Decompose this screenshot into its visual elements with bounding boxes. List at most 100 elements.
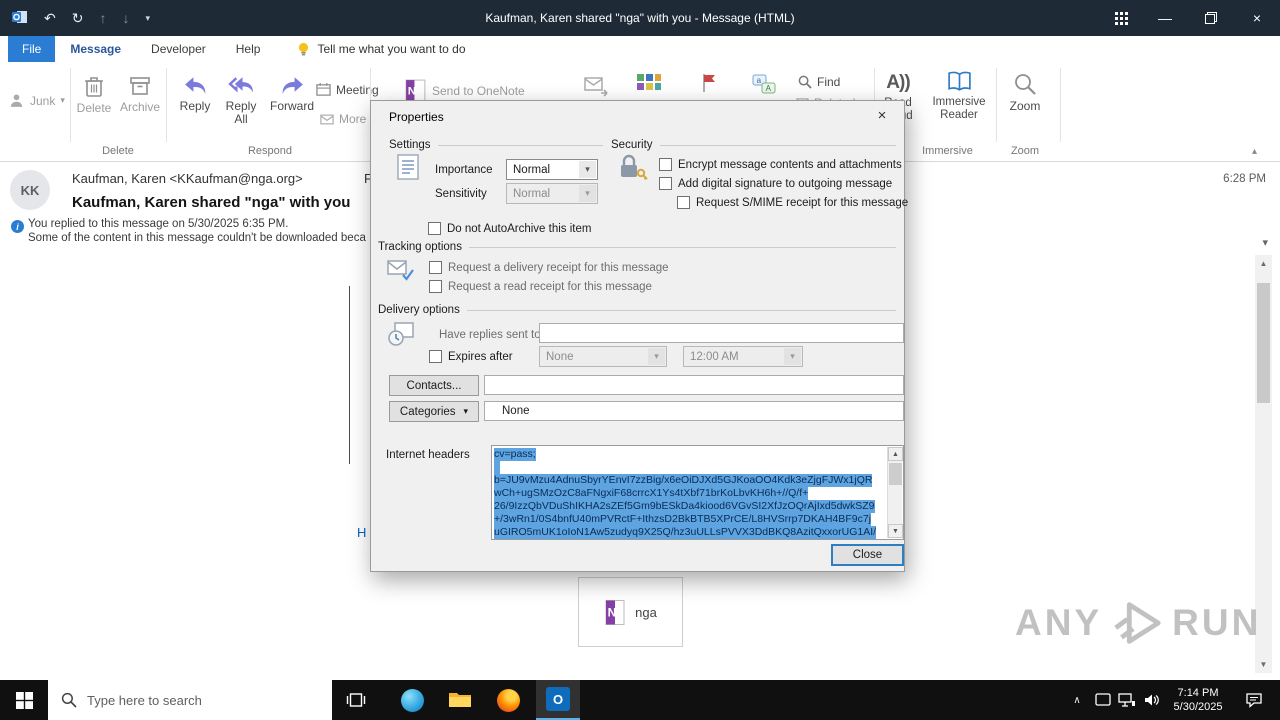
more-respond-button[interactable]: More ▾: [320, 112, 376, 126]
expires-time-select[interactable]: 12:00 AM ▾: [683, 346, 803, 367]
expires-after-checkbox[interactable]: Expires after: [429, 350, 513, 363]
sensitivity-select[interactable]: Normal ▾: [506, 183, 598, 204]
categories-button[interactable]: Categories ▾: [389, 401, 479, 422]
delete-button[interactable]: Delete: [72, 74, 116, 115]
move-icon[interactable]: [584, 74, 610, 103]
body-link-fragment[interactable]: H: [357, 525, 366, 540]
smime-receipt-label: Request S/MIME receipt for this message: [696, 197, 909, 209]
tray-network-button[interactable]: [1116, 680, 1138, 720]
minimize-button[interactable]: —: [1142, 0, 1188, 36]
group-label-respond: Respond: [247, 145, 293, 157]
immersive-reader-button[interactable]: Immersive Reader: [930, 70, 988, 122]
previous-item-icon[interactable]: ↑: [99, 11, 106, 25]
categories-button-label: Categories: [399, 405, 456, 418]
restore-button[interactable]: [1188, 0, 1234, 36]
delivery-receipt-checkbox[interactable]: Request a delivery receipt for this mess…: [429, 261, 669, 274]
file-explorer-icon: [449, 693, 471, 707]
restore-icon: [1205, 12, 1217, 24]
taskbar-search[interactable]: [48, 680, 332, 720]
reply-button[interactable]: Reply: [172, 74, 218, 113]
settings-legend: Settings: [389, 139, 431, 151]
customize-qat-icon[interactable]: ▾: [145, 13, 150, 23]
contacts-field[interactable]: [484, 375, 904, 395]
chevron-down-icon: ▾: [579, 185, 596, 202]
scroll-down-icon[interactable]: ▼: [1255, 656, 1272, 673]
dialog-close-icon[interactable]: ×: [872, 107, 892, 124]
tab-message[interactable]: Message: [55, 36, 136, 62]
lightbulb-icon: [299, 42, 309, 55]
security-lock-icon: [617, 153, 649, 186]
message-subject: Kaufman, Karen shared "nga" with you: [72, 194, 351, 211]
collapse-ribbon-icon[interactable]: ▴: [1252, 146, 1257, 157]
expires-time-value: 12:00 AM: [690, 350, 739, 363]
tray-tablet-button[interactable]: [1092, 680, 1114, 720]
close-window-button[interactable]: ×: [1234, 0, 1280, 36]
follow-up-flag-icon[interactable]: [700, 72, 718, 99]
tell-me-box[interactable]: Tell me what you want to do: [297, 36, 466, 62]
start-button[interactable]: [0, 680, 48, 720]
search-icon: [61, 692, 77, 708]
edge-taskbar-button[interactable]: [392, 680, 432, 720]
checkbox-box: [659, 158, 672, 171]
tab-developer[interactable]: Developer: [136, 36, 221, 62]
internet-headers-box[interactable]: cv=pass; b=JU9vMzu4AdnuSbyrYEnvI7zzBig/x…: [491, 445, 904, 540]
action-center-button[interactable]: [1234, 680, 1274, 720]
tab-file[interactable]: File: [8, 36, 56, 62]
anyrun-watermark: ANY RUN: [1015, 598, 1261, 648]
next-item-icon[interactable]: ↓: [122, 11, 129, 25]
firefox-taskbar-button[interactable]: [488, 680, 528, 720]
encrypt-label: Encrypt message contents and attachments: [678, 159, 902, 171]
task-view-button[interactable]: [336, 680, 376, 720]
expires-date-select[interactable]: None ▾: [539, 346, 667, 367]
tab-help[interactable]: Help: [221, 36, 276, 62]
send-receive-icon[interactable]: ↻: [72, 11, 84, 25]
dialog-titlebar[interactable]: Properties ×: [371, 101, 904, 131]
archive-label: Archive: [119, 100, 160, 114]
speaker-icon: [1144, 694, 1159, 706]
chevron-down-icon: ▾: [784, 348, 801, 365]
digital-signature-checkbox[interactable]: Add digital signature to outgoing messag…: [659, 177, 892, 190]
junk-button[interactable]: Junk ▾: [8, 92, 65, 109]
archive-button[interactable]: Archive: [116, 74, 164, 114]
scroll-up-icon[interactable]: ▲: [1255, 255, 1272, 272]
taskbar-clock[interactable]: 7:14 PM 5/30/2025: [1166, 686, 1230, 714]
read-receipt-label: Request a read receipt for this message: [448, 281, 652, 293]
contacts-button[interactable]: Contacts...: [389, 375, 479, 396]
outlook-taskbar-button[interactable]: O: [536, 680, 580, 720]
headers-scrollbar[interactable]: ▲ ▼: [887, 447, 903, 538]
tracking-legend: Tracking options: [378, 241, 462, 253]
undo-icon[interactable]: ↶: [44, 11, 56, 25]
translate-icon[interactable]: aA: [752, 74, 776, 101]
from-address[interactable]: Kaufman, Karen <KKaufman@nga.org>: [72, 171, 303, 186]
scroll-up-icon[interactable]: ▲: [888, 447, 903, 461]
checkbox-box: [659, 177, 672, 190]
categories-field[interactable]: None: [484, 401, 904, 421]
edge-icon: [400, 688, 424, 712]
zoom-button[interactable]: Zoom: [1002, 72, 1048, 113]
quick-steps-grid-icon[interactable]: [636, 72, 662, 103]
smime-receipt-checkbox[interactable]: Request S/MIME receipt for this message: [677, 196, 909, 209]
importance-select[interactable]: Normal ▾: [506, 159, 598, 180]
scrollbar-thumb[interactable]: [1257, 283, 1270, 403]
find-button[interactable]: Find: [798, 75, 840, 89]
search-input[interactable]: [87, 692, 307, 708]
quick-access-toolbar: ↶ ↻ ↑ ↓ ▾: [12, 0, 150, 36]
reply-all-button[interactable]: Reply All: [220, 74, 262, 126]
encrypt-checkbox[interactable]: Encrypt message contents and attachments: [659, 158, 902, 171]
group-label-immersive: Immersive: [922, 145, 973, 157]
header-text: [494, 461, 500, 474]
read-receipt-checkbox[interactable]: Request a read receipt for this message: [429, 280, 652, 293]
replies-sent-field[interactable]: [539, 323, 904, 343]
apps-grid-icon[interactable]: [1100, 0, 1142, 36]
autoarchive-checkbox[interactable]: Do not AutoArchive this item: [428, 222, 591, 235]
attachment-card[interactable]: N nga: [578, 577, 683, 647]
scroll-down-icon[interactable]: ▼: [888, 524, 903, 538]
tray-hidden-icons-button[interactable]: ∧: [1066, 680, 1088, 720]
file-explorer-taskbar-button[interactable]: [440, 680, 480, 720]
more-label: More: [339, 112, 367, 126]
expand-infobar-icon[interactable]: ▾: [1262, 236, 1268, 249]
scrollbar-thumb[interactable]: [889, 463, 902, 485]
tray-volume-button[interactable]: [1140, 680, 1162, 720]
close-button[interactable]: Close: [831, 544, 904, 566]
forward-button[interactable]: Forward: [266, 74, 318, 113]
